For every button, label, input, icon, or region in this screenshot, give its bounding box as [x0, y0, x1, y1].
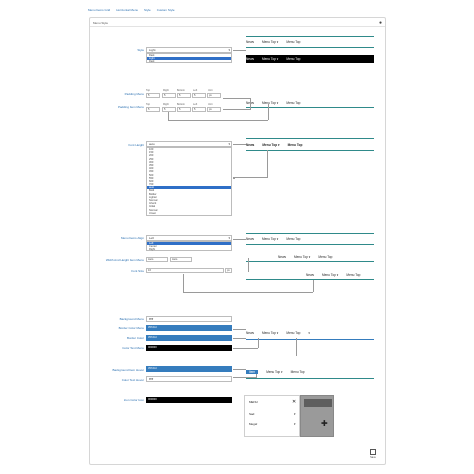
padding-menu-top-input[interactable]: 5	[146, 93, 160, 98]
cap-unit: Unit	[208, 89, 213, 92]
preview-style: News Menu Top ▾ Menu Top News Menu Top ▾ Men…	[246, 36, 374, 66]
cap-top: Top	[146, 103, 151, 106]
cap-bottom: Bottom	[177, 89, 185, 92]
preview-padding: News Menu Top ▾ Menu Top	[246, 96, 374, 114]
tab-custom-style[interactable]: Custom Style	[157, 8, 175, 12]
plus-icon: ✚	[321, 419, 328, 428]
align-label: Menu Items Align	[120, 236, 144, 240]
style-label: Style	[137, 48, 144, 52]
color-text-input[interactable]: 000000	[146, 345, 232, 351]
mobile-menu-preview: MENU ✕ Sad ▾ Mega! ▾	[244, 395, 300, 437]
tab-menu-items-grid[interactable]: Menu Items Grid	[88, 8, 110, 12]
text-hover-color-input[interactable]: ffffff	[146, 376, 232, 382]
cap-left: Left	[193, 89, 198, 92]
bg-menu-color-input[interactable]: ffffff	[146, 316, 232, 322]
chevron-down-icon: ▾	[294, 422, 296, 426]
border-menu-label: Border Color Menu	[118, 326, 144, 330]
padding-item-left-input[interactable]: 5	[192, 107, 206, 112]
preview-align: News Menu Top ▾ Menu Top News Menu Top ▾ Men…	[246, 233, 374, 283]
chevron-down-icon: ▾	[294, 412, 296, 416]
padding-menu-left-input[interactable]: 5	[192, 93, 206, 98]
padding-menu-label: Padding Menu	[124, 92, 144, 96]
preview-light-row: News Menu Top ▾ Menu Top	[246, 40, 301, 44]
close-icon[interactable]: ✕	[292, 399, 296, 405]
font-height-option[interactable]: Unset	[147, 212, 231, 215]
padding-item-unit-select[interactable]: px	[207, 107, 221, 112]
preview-colors: News Menu Top ▾ Menu Top ▾	[246, 327, 374, 341]
font-size-label: Font Size	[131, 269, 144, 273]
cap-top: Top	[146, 89, 151, 92]
bg-hover-label: Background Item Hover	[112, 368, 144, 372]
bg-menu-label: Background Menu	[119, 317, 144, 321]
border-color-label: Border Color	[126, 336, 144, 340]
text-hover-label: Color Text Hover	[121, 378, 144, 382]
width-height-label: Width And Height Item Menu	[105, 258, 144, 262]
style-option[interactable]: Dark	[147, 60, 231, 63]
floppy-disk-icon	[370, 449, 376, 455]
cap-right: Right	[163, 89, 169, 92]
item-width-input[interactable]: Auto	[146, 257, 168, 262]
close-icon[interactable]: ●	[379, 20, 382, 26]
padding-item-label: Padding Item Menu	[117, 105, 144, 109]
tab-bar: Menu Items Grid Horizontal Menu Style Cu…	[88, 8, 175, 12]
border-color-input[interactable]: 357cbd	[146, 335, 232, 341]
icon-color-label: Icon Color Icon	[123, 398, 144, 402]
device-preview: ✚	[300, 395, 334, 437]
mobile-menu-item[interactable]: Mega!	[249, 422, 257, 426]
panel-title: Menu Style	[93, 21, 109, 25]
save-label: Save	[370, 456, 376, 459]
padding-item-right-input[interactable]: 5	[162, 107, 176, 112]
panel-header	[90, 18, 385, 27]
device-screen	[304, 399, 332, 407]
cap-right: Right	[163, 103, 169, 106]
bg-hover-color-input[interactable]: 357cbd	[146, 366, 232, 372]
tab-horizontal-menu[interactable]: Horizontal Menu	[116, 8, 138, 12]
icon-color-input[interactable]: 000000	[146, 397, 232, 403]
font-size-input[interactable]: 16	[146, 268, 224, 273]
cap-bottom: Bottom	[177, 103, 185, 106]
align-options[interactable]: Left Center Right	[146, 241, 232, 251]
font-height-label: Font Height	[128, 143, 144, 147]
cap-unit: Unit	[208, 103, 213, 106]
border-menu-color-input[interactable]: 357cbd	[146, 325, 232, 331]
mobile-menu-title: MENU	[249, 400, 258, 404]
preview-dark-row: News Menu Top ▾ Menu Top	[246, 55, 374, 63]
color-text-label: Color Text Menu	[122, 346, 144, 350]
tab-style[interactable]: Style	[144, 8, 151, 12]
item-height-input[interactable]: Auto	[170, 257, 192, 262]
save-button[interactable]: Save	[368, 449, 378, 461]
font-size-unit[interactable]: px	[225, 268, 232, 273]
padding-menu-right-input[interactable]: 5	[162, 93, 176, 98]
padding-menu-unit-select[interactable]: px	[207, 93, 221, 98]
cap-left: Left	[193, 103, 198, 106]
padding-menu-bottom-input[interactable]: 5	[177, 93, 191, 98]
style-options[interactable]: Dark Light Dark	[146, 53, 232, 63]
padding-item-top-input[interactable]: 5	[146, 107, 160, 112]
align-option[interactable]: Right	[147, 248, 231, 251]
font-height-options[interactable]: 100 150 200 250 300 350 400 450 500 550 600 700 auto…	[146, 147, 232, 216]
padding-item-bottom-input[interactable]: 5	[177, 107, 191, 112]
mobile-menu-item[interactable]: Sad	[249, 412, 254, 416]
preview-hover: Item Menu Top ▾ Menu Top	[246, 366, 374, 380]
